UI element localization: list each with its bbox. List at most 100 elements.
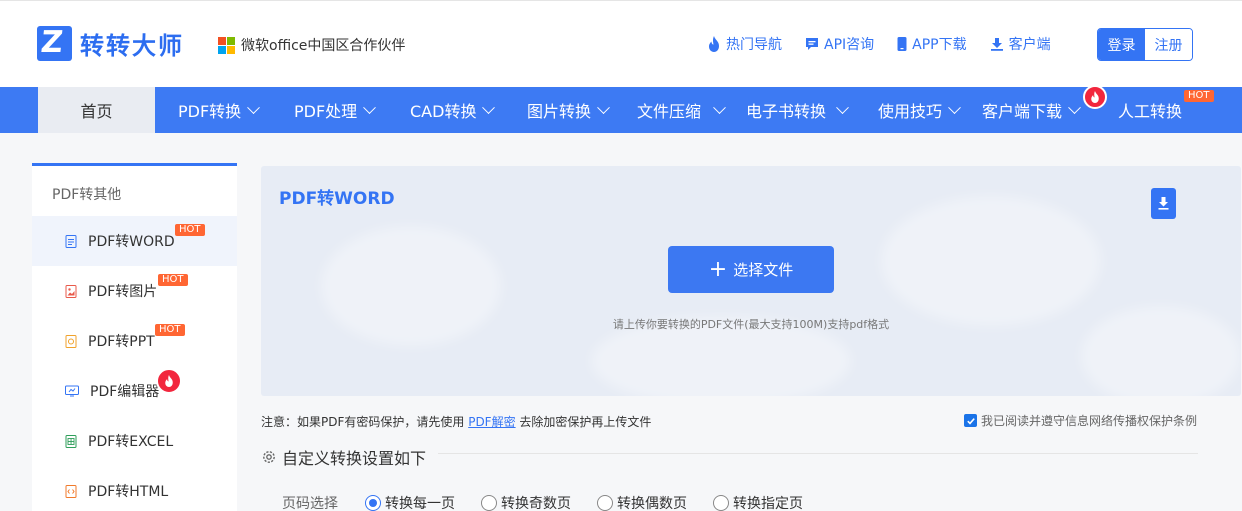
upload-title: PDF转WORD [279,189,395,209]
microsoft-logo-icon [218,36,235,54]
sidebar-item-label: PDF编辑器 [90,384,160,400]
radio-every-page[interactable]: 转换每一页 [365,493,455,511]
nav-ebook-convert[interactable]: 电子书转换 [746,87,849,133]
sidebar: PDF转其他 PDF转WORD HOT PDF转图片 HOT PDF转PPT H… [32,163,237,511]
header: Z 转转大师 微软office中国区合作伙伴 热门导航 API咨询 APP下载 … [0,0,1242,87]
agree-checkbox[interactable]: 我已阅读并遵守信息网络传播权保护条例 [964,412,1197,429]
sidebar-item-label: PDF转HTML [88,484,169,500]
partner-text: 微软office中国区合作伙伴 [241,38,406,54]
gear-icon [263,451,275,463]
fire-icon [709,36,719,52]
notice-text-before: 注意：如果PDF有密码保护，请先使用 [261,415,469,429]
radio-icon [597,495,613,511]
html-file-icon [65,484,77,498]
sidebar-item-pdf-to-word[interactable]: PDF转WORD HOT [32,216,237,266]
sidebar-item-pdf-to-html[interactable]: PDF转HTML [32,466,237,511]
sidebar-item-label: PDF转WORD [88,234,175,250]
radio-even-pages[interactable]: 转换偶数页 [597,493,687,511]
toplink-client[interactable]: 客户端 [989,34,1051,54]
sidebar-title: PDF转其他 [52,187,122,203]
toplink-app[interactable]: APP下载 [896,34,967,54]
toplink-label: 热门导航 [726,37,782,53]
partner-badge: 微软office中国区合作伙伴 [218,35,405,55]
upload-area[interactable]: PDF转WORD + 选择文件 请上传你要转换的PDF文件(最大支持100M)支… [261,166,1241,396]
sidebar-item-label: PDF转PPT [88,334,155,350]
phone-icon [897,37,907,51]
nav-client-download[interactable]: 客户端下载 [982,87,1081,133]
nav-compress[interactable]: 文件压缩 [637,87,726,133]
pdf-decrypt-link[interactable]: PDF解密 [468,415,515,429]
page-select: 页码选择 转换每一页 转换奇数页 转换偶数页 转换指定页 [282,493,829,511]
nav-home[interactable]: 首页 [38,87,155,133]
monitor-icon [65,385,79,396]
toplink-label: API咨询 [824,37,875,53]
plus-icon: + [708,256,728,282]
radio-label: 转换偶数页 [617,496,687,511]
sidebar-item-pdf-to-image[interactable]: PDF转图片 HOT [32,266,237,316]
sidebar-item-label: PDF转图片 [88,284,158,300]
hot-badge: HOT [158,274,188,286]
download-icon [990,38,1003,51]
image-file-icon [65,284,77,298]
settings-title: 自定义转换设置如下 [282,449,427,468]
ppt-file-icon [65,334,77,348]
agree-label: 我已阅读并遵守信息网络传播权保护条例 [981,414,1198,428]
radio-odd-pages[interactable]: 转换奇数页 [481,493,571,511]
toplink-label: 客户端 [1008,37,1051,53]
logo[interactable]: Z 转转大师 [37,25,184,61]
chevron-down-icon [363,100,377,114]
sidebar-item-label: PDF转EXCEL [88,434,174,450]
chevron-down-icon [1068,100,1081,114]
fire-badge-icon [1083,85,1107,109]
nav-pdf-process[interactable]: PDF处理 [294,87,377,133]
toplink-hot-nav[interactable]: 热门导航 [706,34,782,54]
choose-file-button[interactable]: + 选择文件 [668,246,834,293]
chevron-down-icon [247,100,261,114]
sidebar-item-pdf-to-ppt[interactable]: PDF转PPT HOT [32,316,237,366]
sidebar-item-pdf-editor[interactable]: PDF编辑器 [32,366,237,416]
chevron-down-icon [948,100,961,114]
upload-hint: 请上传你要转换的PDF文件(最大支持100M)支持pdf格式 [612,318,890,331]
nav-manual-convert[interactable]: 人工转换 [1118,87,1182,133]
chevron-down-icon [836,100,849,114]
main-nav: 首页 PDF转换 PDF处理 CAD转换 图片转换 文件压缩 电子书转换 使用技… [0,85,1242,133]
nav-image-convert[interactable]: 图片转换 [527,87,610,133]
fire-badge-icon [156,368,182,394]
word-file-icon [65,234,77,248]
choose-file-label: 选择文件 [733,261,794,279]
top-links: 热门导航 API咨询 APP下载 客户端 [706,34,1073,54]
radio-label: 转换每一页 [385,496,455,511]
chevron-down-icon [597,100,610,114]
excel-file-icon [65,434,77,448]
chat-icon [806,38,818,50]
settings-heading: 自定义转换设置如下 [261,445,426,469]
nav-cad-convert[interactable]: CAD转换 [410,87,496,133]
nav-pdf-convert[interactable]: PDF转换 [178,87,261,133]
radio-label: 转换奇数页 [501,496,571,511]
page-select-label: 页码选择 [282,496,338,511]
chevron-down-icon [482,100,496,114]
nav-tips[interactable]: 使用技巧 [878,87,961,133]
radio-label: 转换指定页 [733,496,803,511]
toplink-api[interactable]: API咨询 [804,34,874,54]
notice: 注意：如果PDF有密码保护，请先使用 PDF解密 去除加密保护再上传文件 [261,413,651,430]
download-icon [1158,197,1169,210]
notice-text-after: 去除加密保护再上传文件 [515,415,652,429]
toplink-label: APP下载 [912,37,967,53]
divider [438,453,1198,454]
hot-badge: HOT [155,324,185,336]
radio-specific-pages[interactable]: 转换指定页 [713,493,803,511]
hot-badge: HOT [175,224,205,236]
logo-mark-icon: Z [37,25,72,61]
sidebar-item-pdf-to-excel[interactable]: PDF转EXCEL [32,416,237,466]
auth-group: 登录 注册 [1097,28,1193,61]
checkbox-checked-icon [964,414,977,427]
brand-name: 转转大师 [80,32,184,60]
login-button[interactable]: 登录 [1098,29,1145,60]
radio-icon [481,495,497,511]
register-button[interactable]: 注册 [1145,29,1192,60]
radio-icon [713,495,729,511]
radio-checked-icon [365,495,381,511]
hot-badge: HOT [1184,90,1214,102]
download-button[interactable] [1151,188,1176,219]
